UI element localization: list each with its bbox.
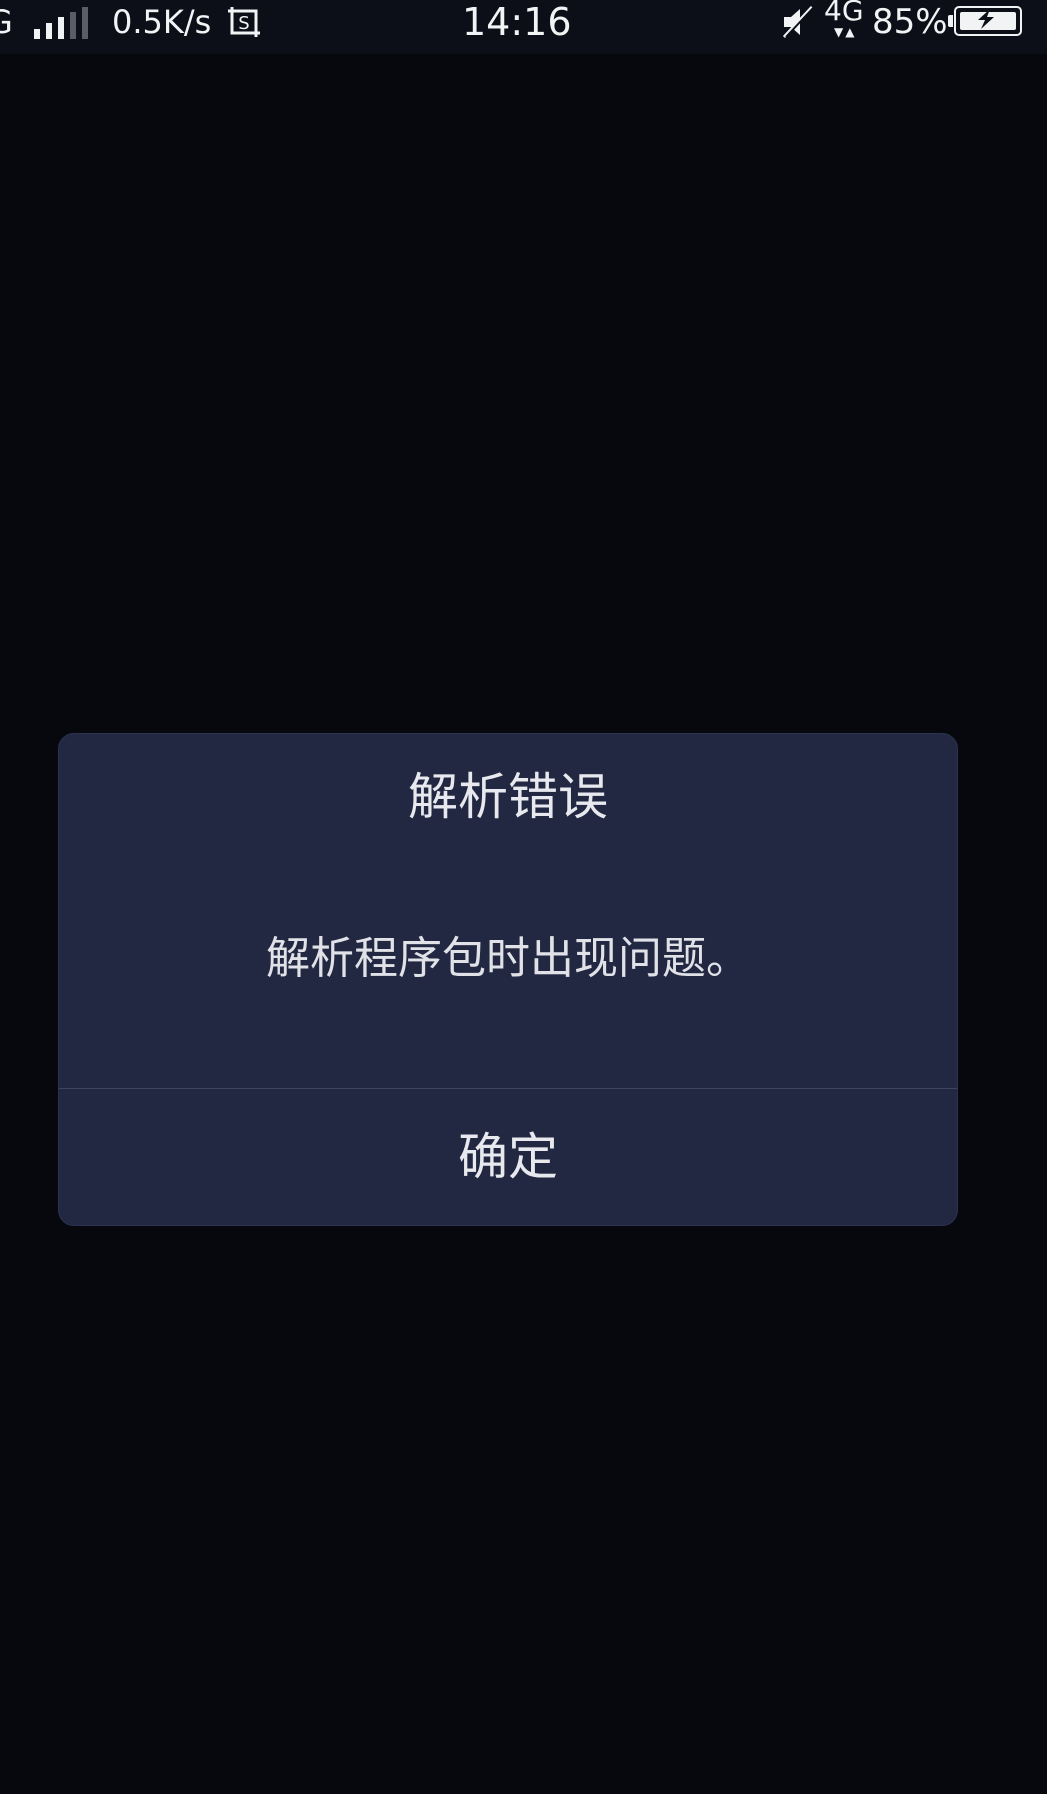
screen: G 0.5K/s S 14:16 4G ▼▲ 85% 解析错误 解析程序包时出现… [0,0,1047,1794]
status-bar: G 0.5K/s S 14:16 4G ▼▲ 85% [0,0,1047,54]
network-speed: 0.5K/s [112,3,212,41]
muted-icon [780,4,816,40]
dialog-title: 解析错误 [408,768,608,826]
network-type-label: 4G [824,0,864,27]
signal-icon [34,7,90,39]
carrier-label: G [0,3,13,41]
confirm-button[interactable]: 确定 [59,1089,957,1225]
svg-text:S: S [238,13,249,34]
screenshot-icon: S [226,5,264,39]
battery-percent: 85% [872,2,948,42]
network-type-icon: 4G ▼▲ [822,0,864,44]
data-activity-icon: ▼▲ [834,25,857,39]
clock: 14:16 [462,0,572,44]
error-dialog: 解析错误 解析程序包时出现问题。 确定 [58,733,958,1226]
battery-charging-icon [948,6,1024,36]
dialog-message: 解析程序包时出现问题。 [266,933,750,984]
